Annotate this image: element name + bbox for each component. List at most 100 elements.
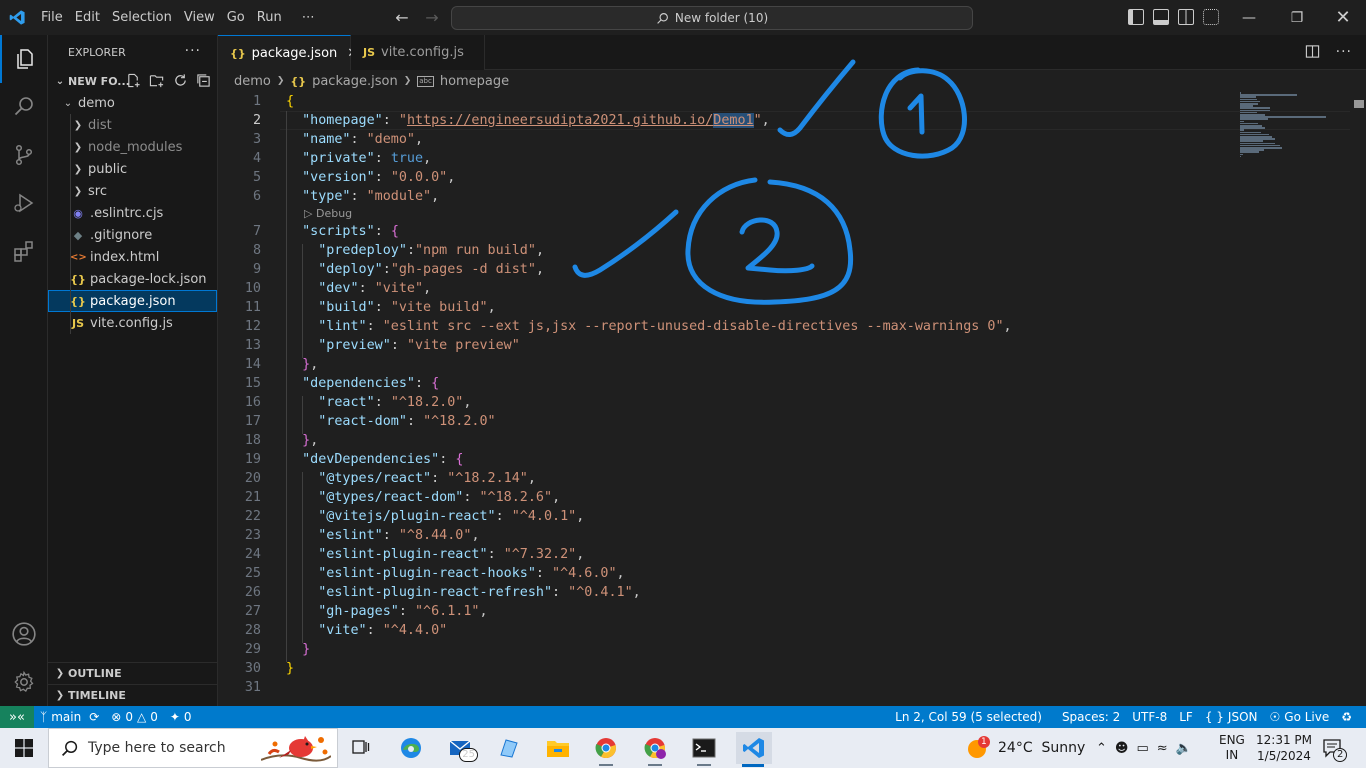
show-hidden-icons-chevron-up-icon[interactable]: ⌃ [1096, 741, 1107, 756]
command-center[interactable]: New folder (10) [451, 6, 973, 30]
tree-item-public[interactable]: ❯ public [48, 158, 217, 180]
notifications-bell-icon[interactable]: ♻ [1335, 710, 1358, 724]
clock[interactable]: 12:31 PM 1/5/2024 [1256, 728, 1312, 768]
meet-now-icon[interactable]: ☻ [1115, 741, 1129, 756]
search-icon[interactable] [0, 83, 48, 131]
menu-item[interactable]: Run [251, 0, 288, 35]
tree-item-index-html[interactable]: <> index.html [48, 246, 217, 268]
weather-widget[interactable]: 1 24°C Sunny [966, 728, 1085, 768]
language-indicator[interactable]: ENG IN [1219, 728, 1245, 768]
file-explorer-icon[interactable] [541, 732, 575, 764]
minimap[interactable] [1238, 92, 1348, 162]
back-arrow-icon[interactable]: ← [394, 8, 410, 27]
split-editor-icon[interactable] [1305, 44, 1320, 63]
menu-item[interactable]: File [35, 0, 69, 35]
vertical-scrollbar[interactable] [1352, 92, 1366, 706]
encoding-status[interactable]: UTF-8 [1126, 710, 1173, 724]
code-text: "eslint-plugin-react-refresh": "^0.4.1", [286, 583, 640, 602]
breadcrumb-item[interactable]: demo [234, 74, 271, 89]
forward-arrow-icon[interactable]: → [424, 8, 440, 27]
indent-guide [70, 202, 71, 224]
task-view-icon[interactable] [344, 732, 378, 764]
code-text: "@types/react": "^18.2.14", [286, 469, 536, 488]
code-token: "demo" [366, 132, 415, 147]
mail-badge: 25 [459, 748, 478, 762]
indentation-status[interactable]: Spaces: 2 [1056, 710, 1126, 724]
manage-gear-icon[interactable] [0, 658, 48, 706]
code-editor[interactable]: 1{2 "homepage": "https://engineersudipta… [218, 92, 1366, 706]
chrome-profile-icon[interactable] [638, 732, 672, 766]
code-token: , [431, 189, 440, 204]
close-window-button[interactable]: ✕ [1320, 0, 1366, 35]
extensions-icon[interactable] [0, 227, 48, 275]
menu-item[interactable]: Edit [69, 0, 106, 35]
branch-status[interactable]: ᛉ main ⟳ [34, 710, 105, 724]
code-text: "scripts": { [286, 222, 399, 241]
outline-pane-header[interactable]: ❯ OUTLINE [48, 662, 218, 684]
tree-item-node-modules[interactable]: ❯ node_modules [48, 136, 217, 158]
tree-item-dist[interactable]: ❯ dist [48, 114, 217, 136]
volume-icon[interactable]: 🔈 [1176, 741, 1192, 756]
code-token: : [374, 170, 391, 185]
problems-status[interactable]: ⊗ 0 △ 0 [105, 710, 164, 724]
accounts-icon[interactable] [0, 610, 48, 658]
tab-vite-config-js[interactable]: JS vite.config.js [351, 35, 485, 70]
collapse-all-icon[interactable] [196, 73, 211, 91]
go-live-button[interactable]: ☉ Go Live [1264, 710, 1336, 724]
remote-indicator-icon[interactable]: »« [0, 706, 34, 728]
toggle-panel-icon[interactable] [1153, 9, 1169, 25]
menu-item[interactable]: ⋯ [296, 0, 321, 35]
tree-item-gitignore[interactable]: ◆ .gitignore [48, 224, 217, 246]
more-actions-icon[interactable]: ··· [1336, 44, 1352, 63]
code-token: : [463, 490, 480, 505]
explorer-icon[interactable] [0, 35, 48, 83]
tree-item-vite-config-js[interactable]: JS vite.config.js [48, 312, 217, 334]
new-folder-icon[interactable] [149, 73, 165, 91]
tree-item-eslintrc-cjs[interactable]: ◉ .eslintrc.cjs [48, 202, 217, 224]
ports-status[interactable]: ✦ 0 [164, 710, 198, 724]
toggle-secondary-sidebar-icon[interactable] [1178, 9, 1194, 25]
workspace-folder-header[interactable]: ⌄ NEW FO... [48, 70, 217, 92]
breadcrumb-item[interactable]: homepage [440, 74, 509, 89]
code-token: "lint" [318, 319, 367, 334]
language-mode[interactable]: { } JSON [1199, 710, 1264, 724]
customize-layout-icon[interactable] [1203, 9, 1219, 25]
more-actions-icon[interactable]: ··· [185, 43, 201, 59]
source-control-icon[interactable] [0, 131, 48, 179]
notification-center-icon[interactable]: 2 [1322, 728, 1348, 768]
tab-package-json[interactable]: {} package.json ✕ [218, 35, 358, 70]
minimize-button[interactable]: — [1226, 0, 1272, 35]
new-file-icon[interactable] [126, 73, 141, 91]
terminal-icon[interactable] [687, 732, 721, 766]
run-debug-icon[interactable] [0, 179, 48, 227]
tree-item-package-json[interactable]: {} package.json [48, 290, 217, 312]
debug-codelens[interactable]: ▷ Debug [304, 207, 352, 221]
tree-item-demo[interactable]: ⌄ demo [48, 92, 217, 114]
ports-count: 0 [183, 710, 192, 724]
eol-status[interactable]: LF [1173, 710, 1199, 724]
toggle-primary-sidebar-icon[interactable] [1128, 9, 1144, 25]
menu-item[interactable]: Selection [106, 0, 178, 35]
cursor-position[interactable]: Ln 2, Col 59 (5 selected) [889, 710, 1048, 724]
windows-start-icon[interactable] [0, 728, 48, 768]
tree-item-src[interactable]: ❯ src [48, 180, 217, 202]
chrome-icon[interactable] [589, 732, 623, 766]
line-number: 27 [244, 604, 261, 619]
tree-item-package-lock-json[interactable]: {} package-lock.json [48, 268, 217, 290]
battery-icon[interactable]: ▭ [1136, 741, 1148, 756]
code-token: : [398, 604, 415, 619]
vscode-taskbar-icon[interactable] [736, 732, 772, 767]
edge-browser-icon[interactable] [394, 732, 428, 764]
restore-button[interactable]: ❐ [1274, 0, 1320, 35]
wifi-icon[interactable]: ≈ [1157, 741, 1168, 756]
refresh-icon[interactable] [173, 73, 188, 91]
breadcrumb-item[interactable]: package.json [312, 74, 398, 89]
menu-item[interactable]: Go [221, 0, 251, 35]
taskbar-search-box[interactable]: Type here to search [48, 728, 338, 768]
code-token: "^6.1.1" [415, 604, 480, 619]
mail-icon[interactable]: 25 [444, 732, 478, 764]
menu-item[interactable]: View [178, 0, 221, 35]
timeline-pane-header[interactable]: ❯ TIMELINE [48, 684, 218, 706]
notes-app-icon[interactable] [492, 732, 526, 764]
